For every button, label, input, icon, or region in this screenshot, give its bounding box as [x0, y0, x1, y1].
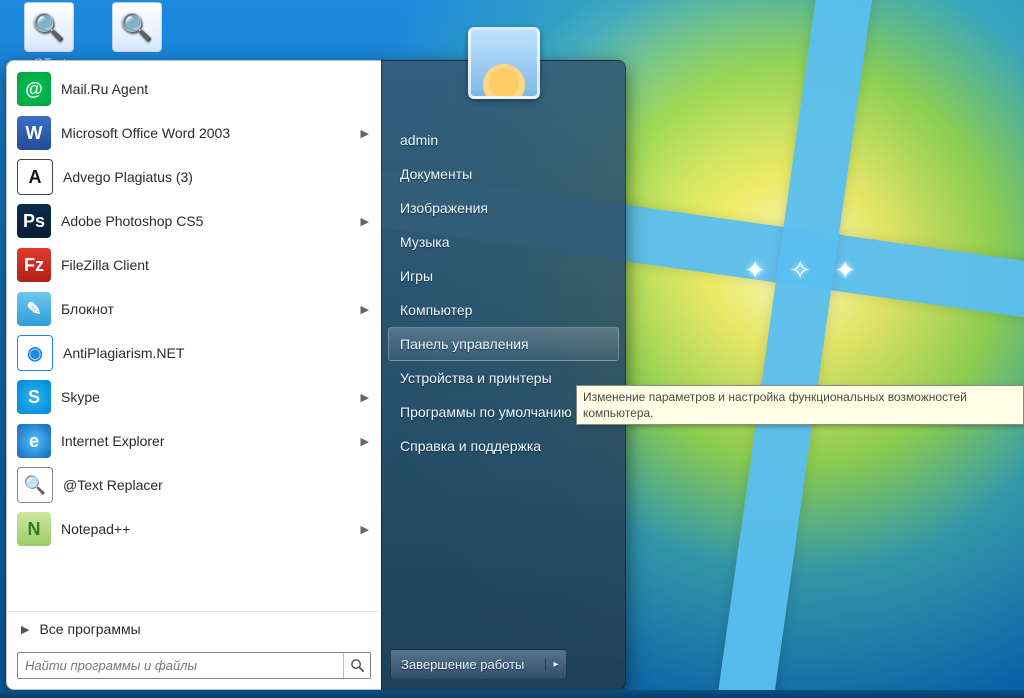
search-input[interactable]	[18, 653, 343, 678]
pinned-program-label: Adobe Photoshop CS5	[61, 213, 355, 229]
pinned-program-label: @Text Replacer	[63, 477, 369, 493]
places-item[interactable]: admin	[388, 123, 619, 157]
search-box	[17, 652, 371, 679]
submenu-arrow-icon: ▶	[361, 303, 369, 316]
start-menu-right-panel: adminДокументыИзображенияМузыкаИгрыКомпь…	[381, 60, 626, 690]
app-icon: Fz	[17, 248, 51, 282]
pinned-program-label: Internet Explorer	[61, 433, 355, 449]
start-menu-left-panel: @ Mail.Ru Agent W Microsoft Office Word 200…	[6, 60, 381, 690]
tooltip: Изменение параметров и настройка функцио…	[576, 385, 1024, 425]
app-icon: W	[17, 116, 51, 150]
submenu-arrow-icon: ▶	[361, 435, 369, 448]
user-picture-icon[interactable]	[468, 27, 540, 99]
pinned-program-item[interactable]: W Microsoft Office Word 2003 ▶	[9, 111, 379, 155]
places-item[interactable]: Музыка	[388, 225, 619, 259]
places-item[interactable]: Изображения	[388, 191, 619, 225]
pinned-program-item[interactable]: N Notepad++ ▶	[9, 507, 379, 551]
taskbar[interactable]	[0, 690, 1024, 698]
app-icon: e	[17, 424, 51, 458]
app-icon: N	[17, 512, 51, 546]
pinned-program-item[interactable]: ✎ Блокнот ▶	[9, 287, 379, 331]
wallpaper-sparkle: ✦ ✧ ✦	[744, 255, 864, 286]
places-item[interactable]: Компьютер	[388, 293, 619, 327]
chevron-right-icon: ▶	[21, 623, 29, 636]
app-icon: @	[17, 72, 51, 106]
pinned-program-item[interactable]: 🔍 @Text Replacer	[9, 463, 379, 507]
pinned-program-item[interactable]: S Skype ▶	[9, 375, 379, 419]
places-item[interactable]: Справка и поддержка	[388, 429, 619, 463]
pinned-program-label: FileZilla Client	[61, 257, 369, 273]
pinned-program-item[interactable]: e Internet Explorer ▶	[9, 419, 379, 463]
app-icon: S	[17, 380, 51, 414]
app-icon: ◉	[17, 335, 53, 371]
file-icon: 🔍	[112, 2, 162, 52]
app-icon: 🔍	[17, 467, 53, 503]
desktop[interactable]: ✦ ✧ ✦ 🔍@Text🔍open-com. @Mail.Ru AgentWMi…	[0, 0, 1024, 698]
app-icon: A	[17, 159, 53, 195]
pinned-program-label: Skype	[61, 389, 355, 405]
places-item[interactable]: Документы	[388, 157, 619, 191]
app-icon: Ps	[17, 204, 51, 238]
pinned-program-item[interactable]: Fz FileZilla Client	[9, 243, 379, 287]
places-item[interactable]: Панель управления	[388, 327, 619, 361]
places-item[interactable]: Игры	[388, 259, 619, 293]
search-icon[interactable]	[343, 653, 370, 678]
shutdown-button[interactable]: Завершение работы ▸	[390, 649, 567, 679]
shutdown-options-button[interactable]: ▸	[545, 659, 566, 670]
search-row	[9, 646, 379, 683]
submenu-arrow-icon: ▶	[361, 523, 369, 536]
pinned-program-label: Microsoft Office Word 2003	[61, 125, 355, 141]
pinned-program-label: AntiPlagiarism.NET	[63, 345, 369, 361]
pinned-program-label: Mail.Ru Agent	[61, 81, 369, 97]
pinned-program-item[interactable]: @ Mail.Ru Agent	[9, 67, 379, 111]
pinned-programs-list: @ Mail.Ru Agent W Microsoft Office Word 200…	[9, 67, 379, 611]
start-menu: @ Mail.Ru Agent W Microsoft Office Word 200…	[6, 60, 626, 690]
pinned-program-label: Notepad++	[61, 521, 355, 537]
submenu-arrow-icon: ▶	[361, 391, 369, 404]
pinned-program-label: Advego Plagiatus (3)	[63, 169, 369, 185]
pinned-program-item[interactable]: A Advego Plagiatus (3)	[9, 155, 379, 199]
pinned-program-label: Блокнот	[61, 301, 355, 317]
shutdown-row: Завершение работы ▸	[390, 649, 567, 679]
submenu-arrow-icon: ▶	[361, 215, 369, 228]
app-icon: ✎	[17, 292, 51, 326]
shutdown-label: Завершение работы	[391, 657, 545, 672]
file-icon: 🔍	[24, 2, 74, 52]
submenu-arrow-icon: ▶	[361, 127, 369, 140]
pinned-program-item[interactable]: Ps Adobe Photoshop CS5 ▶	[9, 199, 379, 243]
all-programs-label: Все программы	[39, 621, 140, 637]
all-programs-button[interactable]: ▶ Все программы	[9, 611, 379, 646]
pinned-program-item[interactable]: ◉ AntiPlagiarism.NET	[9, 331, 379, 375]
